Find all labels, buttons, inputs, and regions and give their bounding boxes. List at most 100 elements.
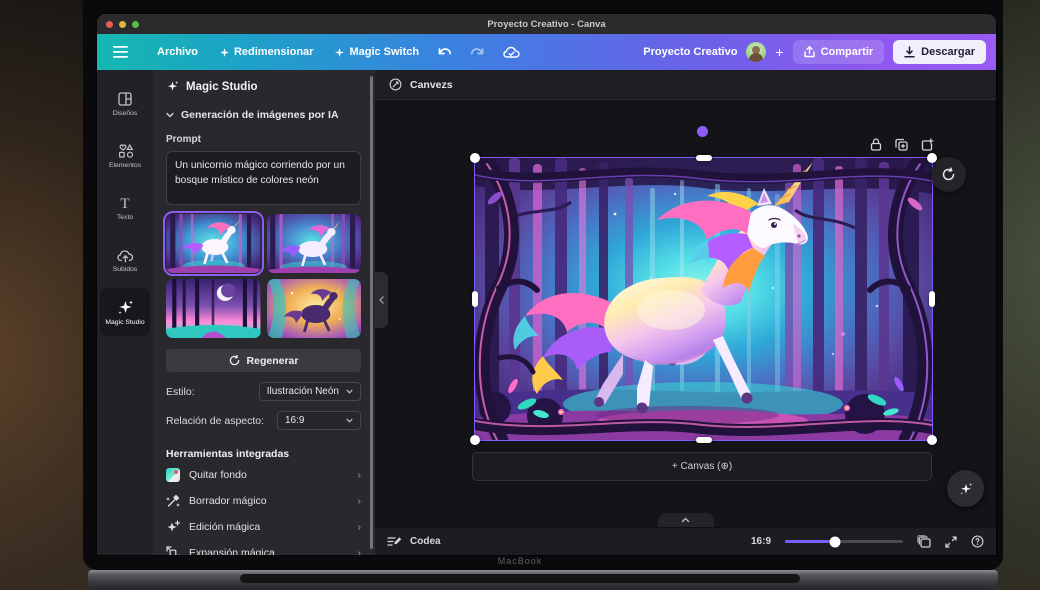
tool-borrador-magico[interactable]: Borrador mágico › [166, 490, 361, 512]
sparkle-icon [220, 48, 229, 57]
cloud-sync-icon[interactable] [503, 46, 520, 59]
panel-title: Magic Studio [186, 81, 258, 93]
integrated-tools-title: Herramientas integradas [166, 448, 361, 460]
aspect-ratio-label: Relación de aspecto: [166, 415, 264, 427]
sparkle-icon [335, 48, 344, 57]
sparkles-icon [958, 481, 974, 497]
sidebar-item-subidos[interactable]: Subidos [100, 236, 150, 284]
rotate-button[interactable] [931, 157, 966, 192]
download-button[interactable]: Descargar [893, 40, 986, 64]
chevron-down-icon [166, 112, 174, 118]
menu-archivo[interactable]: Archivo [157, 46, 198, 58]
section-generacion-ia[interactable]: Generación de imágenes por IA [166, 109, 361, 121]
text-icon: T [117, 195, 133, 211]
resize-handle-bottom-right[interactable] [927, 435, 937, 445]
sidebar-item-magic-studio[interactable]: Magic Studio [100, 288, 150, 336]
project-name: Proyecto Creativo [643, 46, 737, 58]
lock-icon[interactable] [870, 138, 882, 151]
magic-studio-panel: Magic Studio Generación de imágenes por … [153, 70, 375, 555]
duplicate-icon[interactable] [895, 138, 908, 151]
regenerate-icon [229, 355, 240, 366]
tool-expansion-magica[interactable]: Expansión mágica › [166, 542, 361, 555]
aspect-ratio-indicator: 16:9 [751, 536, 771, 547]
canvas-tab[interactable]: Canvezs [410, 79, 453, 91]
notes-button[interactable]: Codea [387, 536, 441, 548]
sidebar-rail: Diseños Elementos T Texto Subidos Magic … [97, 70, 153, 555]
bottom-status-bar: Codea 16:9 [375, 527, 996, 555]
resize-handle-right[interactable] [929, 291, 935, 307]
macbook-keyboard-slot [240, 574, 800, 583]
canvas-tabbar: Canvezs [375, 70, 996, 100]
rotate-icon [941, 167, 956, 182]
zoom-slider-fill [785, 540, 835, 543]
prompt-input[interactable]: Un unicornio mágico corriendo por un bos… [166, 151, 361, 205]
magic-eraser-icon [166, 494, 180, 508]
share-button[interactable]: Compartir [793, 40, 885, 64]
resize-handle-left[interactable] [472, 291, 478, 307]
aspect-ratio-select[interactable]: 16:9 [277, 411, 361, 430]
chevron-right-icon: › [358, 521, 362, 533]
thumbnail-unicorn-2[interactable] [267, 214, 362, 273]
prompt-label: Prompt [166, 134, 361, 145]
tool-quitar-fondo[interactable]: Quitar fondo › [166, 464, 361, 486]
chevron-left-icon [379, 296, 384, 304]
sidebar-item-disenos[interactable]: Diseños [100, 80, 150, 128]
generated-thumbnails [166, 214, 361, 338]
remove-background-icon [166, 468, 180, 482]
thumbnail-moon-forest[interactable] [166, 279, 261, 338]
magic-assistant-button[interactable] [947, 470, 984, 507]
thumbnail-unicorn-1[interactable] [166, 214, 261, 273]
user-avatar[interactable] [746, 42, 766, 62]
rotation-handle[interactable] [697, 126, 708, 137]
menu-redimensionar[interactable]: Redimensionar [220, 46, 313, 58]
canvas-image-unicorn[interactable] [475, 158, 932, 440]
resize-handle-bottom[interactable] [696, 437, 712, 443]
hamburger-menu-icon[interactable] [105, 46, 135, 58]
share-icon [804, 46, 815, 58]
redo-icon[interactable] [470, 46, 485, 59]
bottom-sheet-toggle[interactable] [658, 513, 714, 527]
regenerate-button[interactable]: Regenerar [166, 349, 361, 372]
thumbnail-golden-unicorn[interactable] [267, 279, 362, 338]
menu-magic-switch[interactable]: Magic Switch [335, 46, 419, 58]
download-icon [904, 46, 915, 58]
main-toolbar: Archivo Redimensionar Magic Switch Proye… [97, 34, 996, 70]
macbook-brand-label: MacBook [0, 556, 1040, 566]
page-label-bar[interactable]: + Canvas (⊕) [472, 452, 932, 481]
panel-header: Magic Studio [166, 80, 361, 93]
canvas-area: Canvezs [375, 70, 996, 555]
magic-studio-icon [117, 299, 134, 316]
chevron-up-icon [681, 517, 690, 523]
chevron-down-icon [346, 389, 353, 394]
chevron-right-icon: › [358, 495, 362, 507]
style-select[interactable]: Ilustración Neón [259, 382, 361, 401]
resize-handle-top[interactable] [696, 155, 712, 161]
help-icon[interactable] [971, 535, 984, 548]
zoom-slider[interactable] [785, 540, 903, 543]
resize-handle-top-left[interactable] [470, 153, 480, 163]
panel-collapse-tab[interactable] [375, 272, 388, 328]
tool-edicion-magica[interactable]: Edición mágica › [166, 516, 361, 538]
chevron-down-icon [346, 418, 353, 423]
magic-studio-icon [166, 80, 179, 93]
designs-icon [117, 91, 133, 107]
magic-edit-icon [166, 520, 180, 534]
add-collaborator-button[interactable]: + [775, 44, 783, 60]
sidebar-item-texto[interactable]: T Texto [100, 184, 150, 232]
undo-icon[interactable] [437, 46, 452, 59]
resize-handle-top-right[interactable] [927, 153, 937, 163]
pages-view-icon[interactable] [917, 535, 931, 548]
sidebar-item-elementos[interactable]: Elementos [100, 132, 150, 180]
fullscreen-icon[interactable] [945, 536, 957, 548]
panel-scrollbar[interactable] [370, 76, 373, 549]
svg-text:T: T [120, 196, 129, 211]
window-title: Proyecto Creativo - Canva [97, 19, 996, 30]
zoom-slider-thumb[interactable] [829, 536, 840, 547]
elements-icon [117, 143, 134, 159]
notes-pen-icon [387, 536, 402, 548]
chevron-right-icon: › [358, 469, 362, 481]
resize-handle-bottom-left[interactable] [470, 435, 480, 445]
workspace[interactable]: + Canvas (⊕) [375, 100, 996, 527]
add-page-icon[interactable] [921, 138, 934, 151]
titlebar: Proyecto Creativo - Canva [97, 14, 996, 34]
